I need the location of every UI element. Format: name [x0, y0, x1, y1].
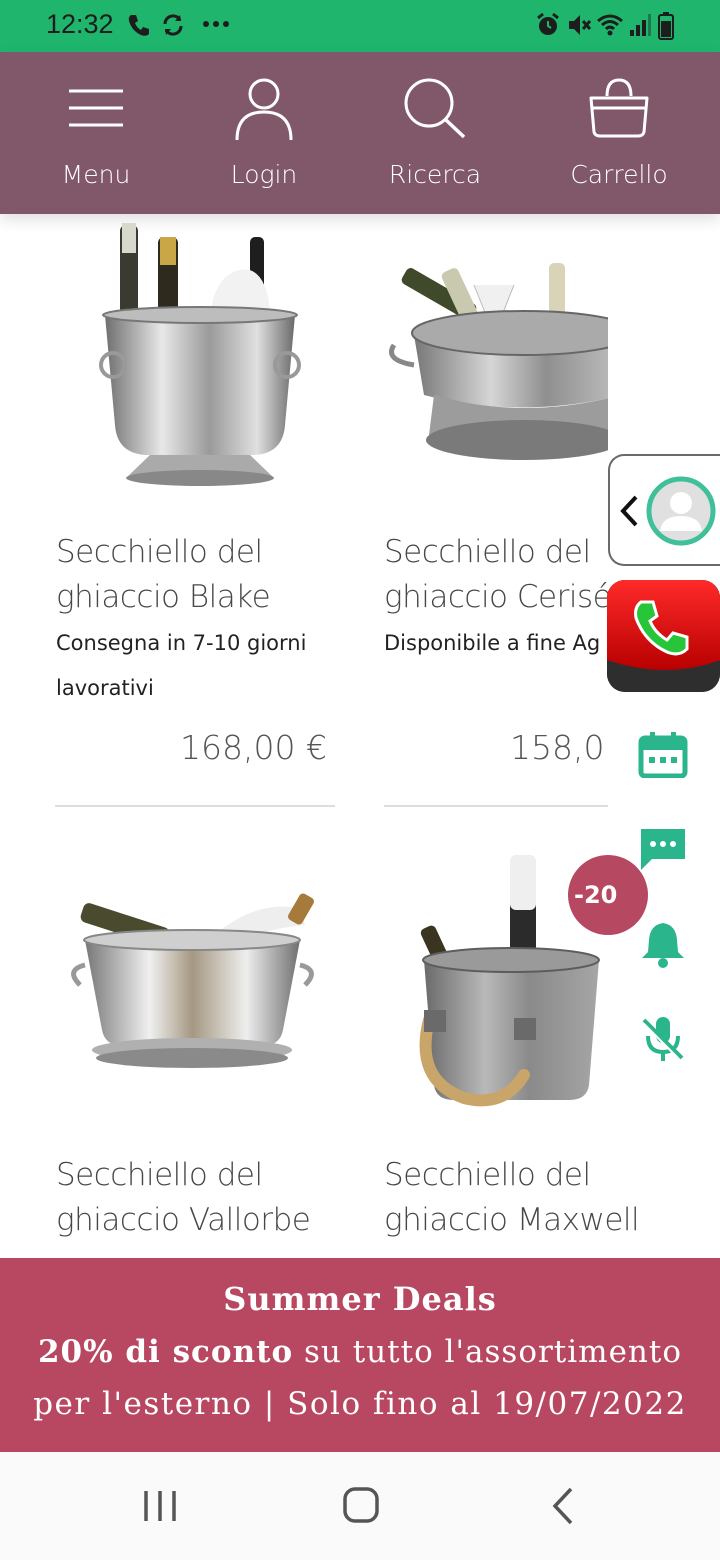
promo-banner[interactable]: Summer Deals 20% di sconto su tutto l'as…	[0, 1258, 720, 1452]
product-availability: Disponibile a fine Ag	[384, 631, 601, 655]
product-title-line2[interactable]: ghiaccio Maxwell	[384, 1198, 640, 1243]
chat-icon[interactable]	[638, 826, 688, 872]
chevron-left-icon	[620, 495, 638, 527]
more-notifications-icon	[203, 21, 229, 27]
calendar-icon[interactable]	[638, 732, 688, 778]
call-button[interactable]	[607, 580, 720, 692]
promo-text-line3: per l'esterno | Solo fino al 19/07/2022	[33, 1386, 687, 1422]
search-button[interactable]: Ricerca	[378, 52, 492, 214]
promo-text-line2: 20% di sconto su tutto l'assortimento	[0, 1334, 720, 1370]
signal-icon	[630, 14, 651, 36]
recent-apps-icon[interactable]	[142, 1488, 178, 1524]
product-price: 158,0	[510, 728, 605, 767]
login-button[interactable]: Login	[208, 52, 320, 214]
divider	[55, 805, 335, 807]
avatar-icon	[646, 476, 716, 546]
header-nav: Menu Login Ricerca Carrello	[0, 52, 720, 214]
cart-button[interactable]: Carrello	[562, 52, 676, 214]
alarm-icon	[537, 12, 559, 35]
product-title-line2[interactable]: ghiaccio Cerisé	[384, 575, 608, 620]
promo-text: su tutto l'assortimento	[293, 1334, 683, 1370]
product-price: 168,00 €	[180, 728, 327, 767]
battery-icon	[658, 12, 674, 40]
product-title-line2[interactable]: ghiaccio Vallorbe	[56, 1198, 311, 1243]
system-navigation-bar	[0, 1452, 720, 1560]
product-image-blake[interactable]	[55, 215, 335, 490]
menu-button[interactable]: Menu	[40, 52, 152, 214]
discount-badge: -20	[568, 855, 648, 935]
login-label: Login	[230, 160, 298, 189]
menu-label: Menu	[61, 160, 131, 189]
shopping-bag-icon	[589, 78, 649, 138]
product-title-line1[interactable]: Secchiello del	[56, 530, 263, 575]
promo-highlight: 20% di sconto	[37, 1334, 294, 1370]
product-title-line2[interactable]: ghiaccio Blake	[56, 575, 271, 620]
wifi-icon	[597, 14, 623, 36]
back-icon[interactable]	[550, 1486, 576, 1526]
search-label: Ricerca	[388, 160, 482, 189]
phone-call-icon	[128, 15, 149, 36]
product-availability-cont: lavorativi	[56, 676, 154, 700]
product-image-cerise[interactable]	[384, 215, 608, 490]
bell-icon[interactable]	[638, 920, 688, 968]
hamburger-icon	[69, 89, 123, 127]
search-icon	[404, 78, 466, 139]
mute-icon	[569, 15, 592, 35]
cart-label: Carrello	[570, 160, 668, 189]
sync-icon	[163, 14, 183, 36]
chat-widget-tab[interactable]	[608, 454, 720, 566]
ice-bucket-image	[71, 893, 314, 1068]
status-time: 12:32	[46, 9, 114, 39]
product-title-line1[interactable]: Secchiello del	[384, 530, 591, 575]
ice-bucket-image	[99, 223, 301, 486]
product-title-line1[interactable]: Secchiello del	[56, 1153, 263, 1198]
mic-off-icon[interactable]	[638, 1014, 688, 1064]
promo-title: Summer Deals	[223, 1280, 497, 1318]
ice-bucket-image	[389, 263, 608, 460]
product-availability: Consegna in 7-10 giorni	[56, 631, 307, 655]
product-image-vallorbe[interactable]	[55, 840, 335, 1100]
phone-icon	[607, 580, 720, 692]
status-bar: 12:32	[0, 0, 720, 52]
home-icon[interactable]	[342, 1486, 380, 1524]
product-title-line1[interactable]: Secchiello del	[384, 1153, 591, 1198]
user-icon	[235, 78, 293, 141]
divider	[384, 805, 608, 807]
